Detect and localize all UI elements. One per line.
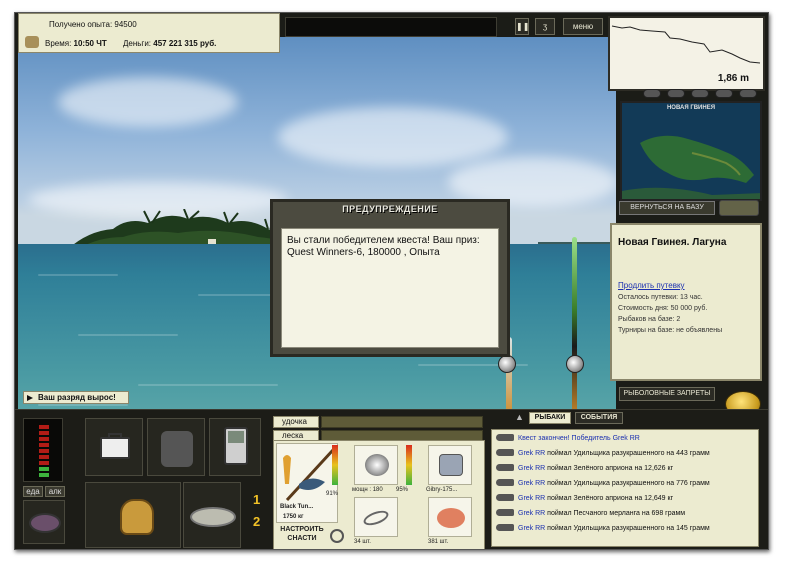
day-cost: Стоимость дня: 50 000 руб. <box>618 305 708 312</box>
fishing-rod-2[interactable] <box>572 237 577 417</box>
bait-count: 381 шт. <box>428 539 449 545</box>
hook-slot[interactable] <box>354 497 398 537</box>
extend-ticket-link[interactable]: Продлить путевку <box>618 281 685 290</box>
map-image <box>622 103 760 199</box>
line-caption: Gibry-175... <box>426 487 458 493</box>
energy-meter <box>23 418 63 482</box>
backpack-icon[interactable] <box>147 418 205 476</box>
cloud <box>58 77 238 127</box>
rod-tension-bar <box>321 416 483 428</box>
setup-tackle-button[interactable]: НАСТРОИТЬ СНАСТИ <box>277 525 327 545</box>
fish-name: Black Tun... <box>280 504 314 510</box>
tab-rod[interactable]: удочка <box>273 416 319 428</box>
map-title: НОВАЯ ГВИНЕЯ <box>666 105 716 111</box>
line-slot[interactable] <box>428 445 472 485</box>
reel-icon <box>566 355 584 373</box>
dialog-message[interactable]: Вы стали победителем квеста! Ваш приз: Q… <box>281 228 499 348</box>
time-label: Время: <box>45 39 72 48</box>
fish-icon <box>496 523 514 531</box>
alcohol-button[interactable]: алк <box>45 486 65 497</box>
player-info-panel: Получено опыта: 94500 Время: 10:50 ЧТ Де… <box>18 13 280 53</box>
log-entry: Grek RR поймал Удильщика разукрашенного … <box>496 522 710 535</box>
tournaments-status: Турниры на базе: не объявлены <box>618 327 723 334</box>
money-value: 457 221 315 руб. <box>153 39 217 48</box>
dialog-title: ПРЕДУПРЕЖДЕНИЕ <box>342 204 438 214</box>
bait-bucket-icon[interactable] <box>23 500 65 544</box>
quick-slot-bar <box>285 17 497 37</box>
fish-icon <box>496 508 514 516</box>
log-entry: Grek RR поймал Удильщика разукрашенного … <box>496 477 710 490</box>
fish-icon <box>496 478 514 486</box>
reel-percent: 95% <box>396 487 409 493</box>
hook-count: 34 шт. <box>354 539 371 545</box>
game-window: Получено опыта: 94500 Время: 10:50 ЧТ Де… <box>14 12 769 550</box>
location-panel: Новая Гвинея. Лагуна Продлить путевку Ос… <box>610 223 762 381</box>
speed-button[interactable]: ʒ <box>535 18 555 35</box>
rod-slot[interactable]: Black Tun... 1750 кг <box>276 443 338 523</box>
settings-gear-icon[interactable] <box>25 36 39 48</box>
log-entry: Квест закончен! Победитель Grek RR <box>496 432 640 445</box>
basket-icon[interactable] <box>85 482 181 548</box>
reel-caption: мощн : 180 <box>352 487 383 493</box>
log-entry: Grek RR поймал Песчаного мерланга на 698… <box>496 507 685 520</box>
pause-button[interactable]: ❚❚ <box>515 18 529 35</box>
depth-value: 1,86 m <box>717 73 749 84</box>
time-value: 10:50 ЧТ <box>73 39 107 48</box>
log-entry: Grek RR поймал Зелёного априона на 12,62… <box>496 462 673 475</box>
depth-chart: 1,86 m <box>608 16 765 91</box>
keepnet-icon[interactable] <box>183 482 241 548</box>
rod-durability-bar <box>332 445 338 485</box>
reel-slot[interactable] <box>354 445 398 485</box>
fish-icon <box>496 493 514 501</box>
echo-sounder-icon[interactable] <box>209 418 261 476</box>
fish-icon <box>496 463 514 471</box>
time-money-line: Время: 10:50 ЧТ Деньги: 457 221 315 руб. <box>45 39 230 48</box>
fish-icon <box>496 448 514 456</box>
location-title: Новая Гвинея. Лагуна <box>618 237 727 248</box>
slot-number-2[interactable]: 2 <box>253 514 260 529</box>
cloud <box>278 107 508 167</box>
truck-icon[interactable] <box>719 200 759 216</box>
log-entry: Grek RR поймал Удильщика разукрашенного … <box>496 447 710 460</box>
slot-number-1[interactable]: 1 <box>253 492 260 507</box>
return-to-base-button[interactable]: ВЕРНУТЬСЯ НА БАЗУ <box>619 201 715 215</box>
food-button[interactable]: еда <box>23 486 43 497</box>
ticket-remaining: Осталось путевки: 13 час. <box>618 294 703 301</box>
log-entry: Grek RR поймал Зелёного априона на 12,64… <box>496 492 673 505</box>
fishers-at-base: Рыбаков на базе: 2 <box>618 316 681 323</box>
bottom-panel: еда алк 1 2 удочка леска Black Tun... 17… <box>15 409 768 549</box>
bait-slot[interactable] <box>428 497 472 537</box>
fish-icon <box>496 433 514 441</box>
reel-durability-bar <box>406 445 412 485</box>
tab-fishers[interactable]: РЫБАКИ <box>529 412 571 424</box>
rod-percent: 91% <box>326 491 339 497</box>
rank-up-notice[interactable]: Ваш разряд вырос! <box>23 391 129 404</box>
zoom-dots[interactable] <box>643 89 761 99</box>
warning-dialog: ПРЕДУПРЕЖДЕНИЕ Вы стали победителем квес… <box>270 199 510 357</box>
tackle-box-icon[interactable] <box>85 418 143 476</box>
money-label: Деньги: <box>122 39 152 48</box>
fishing-bans-button[interactable]: РЫБОЛОВНЫЕ ЗАПРЕТЫ <box>619 387 715 401</box>
region-map[interactable]: НОВАЯ ГВИНЕЯ <box>620 101 762 201</box>
experience-text: Получено опыта: 94500 <box>49 20 137 29</box>
setup-gear-icon[interactable] <box>330 529 344 543</box>
menu-button[interactable]: меню <box>563 18 603 35</box>
fish-weight: 1750 кг <box>283 514 304 520</box>
reel-icon <box>498 355 516 373</box>
tab-events[interactable]: СОБЫТИЯ <box>575 412 623 424</box>
tackle-panel: Black Tun... 1750 кг 91% НАСТРОИТЬ СНАСТ… <box>273 440 485 549</box>
catch-log: Квест закончен! Победитель Grek RR Grek … <box>491 429 759 547</box>
scroll-up-icon[interactable]: ▲ <box>515 412 525 424</box>
